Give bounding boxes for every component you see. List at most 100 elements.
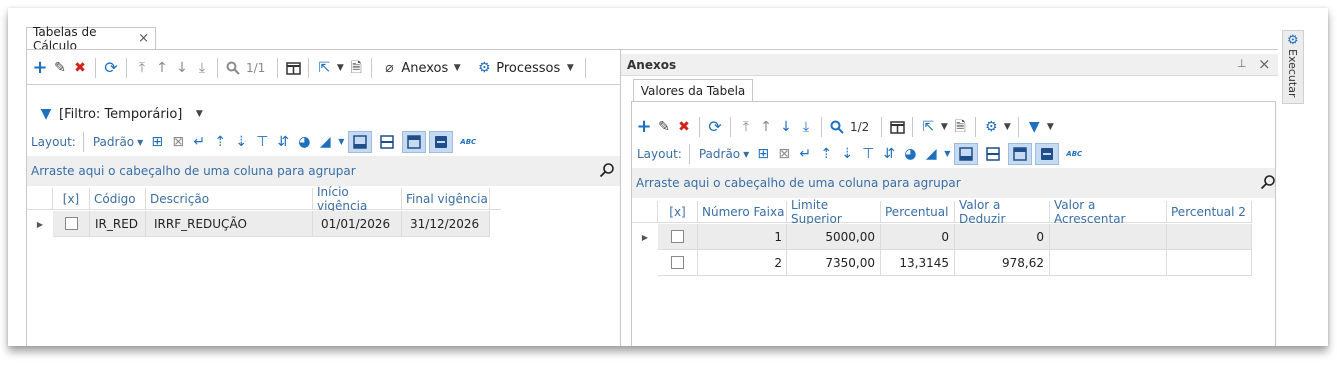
last-record-icon[interactable]: ⤓ bbox=[193, 59, 211, 77]
chart-icon[interactable]: ◢ bbox=[922, 145, 940, 163]
footer-toggle-icon[interactable] bbox=[348, 131, 373, 153]
color-icon[interactable]: ◕ bbox=[295, 133, 313, 151]
executar-side-tab[interactable]: ⚙ Executar bbox=[1282, 30, 1304, 104]
inner-border-right bbox=[1275, 101, 1276, 346]
grid-search-icon[interactable] bbox=[599, 162, 615, 181]
annex-group-by-area[interactable]: Arraste aqui o cabeçalho de uma coluna p… bbox=[632, 168, 1275, 198]
column-header-select[interactable]: [x] bbox=[658, 201, 698, 222]
paint-icon[interactable]: ⊤ bbox=[253, 133, 271, 151]
tab-valores-da-tabela[interactable]: Valores da Tabela bbox=[633, 79, 753, 101]
column-header-numero-faixa[interactable]: Número Faixa bbox=[698, 201, 787, 222]
export-dropdown-icon[interactable]: ▼ bbox=[939, 118, 949, 136]
processos-label: Processos bbox=[496, 60, 561, 76]
header-toggle-icon[interactable] bbox=[1008, 143, 1033, 165]
cell-percentual: 13,3145 bbox=[881, 250, 955, 276]
row-checkbox[interactable] bbox=[671, 256, 684, 269]
move-up-icon[interactable]: ⇡ bbox=[211, 133, 229, 151]
next-record-icon[interactable]: ↓ bbox=[777, 118, 795, 136]
refresh-icon[interactable]: ⟳ bbox=[102, 59, 120, 77]
row-checkbox[interactable] bbox=[64, 217, 78, 230]
filter-selector[interactable]: ▼ [Filtro: Temporário] ▼ bbox=[37, 104, 206, 124]
column-header-descricao[interactable]: Descrição bbox=[146, 188, 313, 209]
rows-icon[interactable] bbox=[375, 133, 399, 151]
wrap-icon[interactable]: ↵ bbox=[796, 145, 814, 163]
grid-search-icon[interactable] bbox=[1260, 174, 1276, 193]
group-toggle-icon[interactable] bbox=[1035, 143, 1060, 165]
move-down-icon[interactable]: ⇣ bbox=[838, 145, 856, 163]
layout-preset-dropdown[interactable]: Padrão ▼ bbox=[91, 131, 145, 153]
abc-icon[interactable]: ABC bbox=[1066, 150, 1082, 158]
columns-icon[interactable] bbox=[284, 59, 302, 77]
tab-close-icon[interactable]: × bbox=[138, 31, 149, 46]
color-icon[interactable]: ◕ bbox=[901, 145, 919, 163]
row-checkbox-cell[interactable] bbox=[658, 224, 698, 250]
sort-icon[interactable]: ⇵ bbox=[274, 133, 292, 151]
column-header-inicio-vigencia[interactable]: Início vigência bbox=[313, 185, 402, 213]
sort-icon[interactable]: ⇵ bbox=[880, 145, 898, 163]
move-down-icon[interactable]: ⇣ bbox=[232, 133, 250, 151]
edit-icon[interactable]: ✎ bbox=[51, 59, 69, 77]
group-toggle-icon[interactable] bbox=[429, 131, 454, 153]
row-checkbox-cell[interactable] bbox=[53, 211, 90, 237]
export-icon[interactable]: ⇱ bbox=[315, 59, 333, 77]
column-header-limite-superior[interactable]: Limite Superior bbox=[787, 198, 881, 226]
processos-button[interactable]: ⚙ Processos ▼ bbox=[473, 57, 579, 79]
paint-icon[interactable]: ⊤ bbox=[859, 145, 877, 163]
add-icon[interactable]: + bbox=[635, 118, 653, 136]
refresh-icon[interactable]: ⟳ bbox=[706, 118, 724, 136]
tab-tabelas-de-calculo[interactable]: Tabelas de Cálculo × bbox=[26, 25, 156, 53]
column-header-percentual-2[interactable]: Percentual 2 bbox=[1167, 201, 1252, 222]
abc-icon[interactable]: ABC bbox=[460, 138, 476, 146]
header-toggle-icon[interactable] bbox=[402, 131, 427, 153]
row-checkbox-cell[interactable] bbox=[658, 250, 698, 276]
delete-icon[interactable]: ✖ bbox=[71, 59, 89, 77]
footer-toggle-icon[interactable] bbox=[954, 143, 979, 165]
group-by-area[interactable]: Arraste aqui o cabeçalho de uma coluna p… bbox=[27, 156, 621, 186]
table-row[interactable]: ▶ IR_RED IRRF_REDUÇÃO 01/01/2026 31/12/2… bbox=[27, 211, 490, 237]
column-header-codigo[interactable]: Código bbox=[90, 188, 146, 209]
first-record-icon[interactable]: ⤒ bbox=[737, 118, 755, 136]
layout-preset-dropdown[interactable]: Padrão ▼ bbox=[697, 143, 751, 165]
column-header-final-vigencia[interactable]: Final vigência bbox=[402, 188, 490, 209]
column-header-select[interactable]: [x] bbox=[53, 188, 90, 209]
first-record-icon[interactable]: ⤒ bbox=[133, 59, 151, 77]
export-icon[interactable]: ⇱ bbox=[919, 118, 937, 136]
row-checkbox[interactable] bbox=[671, 230, 684, 243]
chevron-down-icon[interactable]: ▼ bbox=[337, 133, 345, 151]
search-icon[interactable] bbox=[224, 59, 242, 77]
next-record-icon[interactable]: ↓ bbox=[173, 59, 191, 77]
filter-icon[interactable]: ▼ bbox=[1025, 118, 1043, 136]
panel-close-icon[interactable]: × bbox=[1258, 55, 1271, 73]
expand-all-icon[interactable]: ⊞ bbox=[754, 145, 772, 163]
document-icon[interactable]: 🗎 bbox=[347, 59, 365, 77]
pin-icon[interactable]: ⊥ bbox=[1237, 57, 1247, 70]
expand-all-icon[interactable]: ⊞ bbox=[148, 133, 166, 151]
rows-icon[interactable] bbox=[981, 145, 1005, 163]
previous-record-icon[interactable]: ↑ bbox=[153, 59, 171, 77]
column-header-valor-a-deduzir[interactable]: Valor a Deduzir bbox=[955, 198, 1050, 226]
table-row[interactable]: ▶ 1 5000,00 0 0 bbox=[632, 224, 1252, 250]
chevron-down-icon[interactable]: ▼ bbox=[1002, 118, 1012, 136]
delete-icon[interactable]: ✖ bbox=[675, 118, 693, 136]
export-dropdown-icon[interactable]: ▼ bbox=[335, 59, 345, 77]
previous-record-icon[interactable]: ↑ bbox=[757, 118, 775, 136]
column-header-valor-a-acrescentar[interactable]: Valor a Acrescentar bbox=[1050, 198, 1167, 226]
annex-toolbar: + ✎ ✖ ⟳ ⤒ ↑ ↓ ⤓ 1/2 ⇱ ▼ 🗎 ⚙ ▼ ▼ ▼ bbox=[635, 115, 1055, 139]
anexos-button[interactable]: ⌀ Anexos ▼ bbox=[378, 57, 465, 79]
table-row[interactable]: 2 7350,00 13,3145 978,62 bbox=[632, 250, 1252, 276]
move-up-icon[interactable]: ⇡ bbox=[817, 145, 835, 163]
chart-icon[interactable]: ◢ bbox=[316, 133, 334, 151]
collapse-all-icon[interactable]: ⊠ bbox=[775, 145, 793, 163]
wrap-icon[interactable]: ↵ bbox=[190, 133, 208, 151]
columns-icon[interactable] bbox=[888, 118, 906, 136]
document-icon[interactable]: 🗎 bbox=[951, 118, 969, 136]
add-icon[interactable]: + bbox=[31, 59, 49, 77]
collapse-all-icon[interactable]: ⊠ bbox=[169, 133, 187, 151]
edit-icon[interactable]: ✎ bbox=[655, 118, 673, 136]
last-record-icon[interactable]: ⤓ bbox=[797, 118, 815, 136]
gear-icon[interactable]: ⚙ bbox=[982, 118, 1000, 136]
chevron-down-icon[interactable]: ▼ bbox=[943, 145, 951, 163]
chevron-down-icon[interactable]: ▼ bbox=[1045, 118, 1055, 136]
column-header-percentual[interactable]: Percentual bbox=[881, 201, 955, 222]
search-icon[interactable] bbox=[828, 118, 846, 136]
